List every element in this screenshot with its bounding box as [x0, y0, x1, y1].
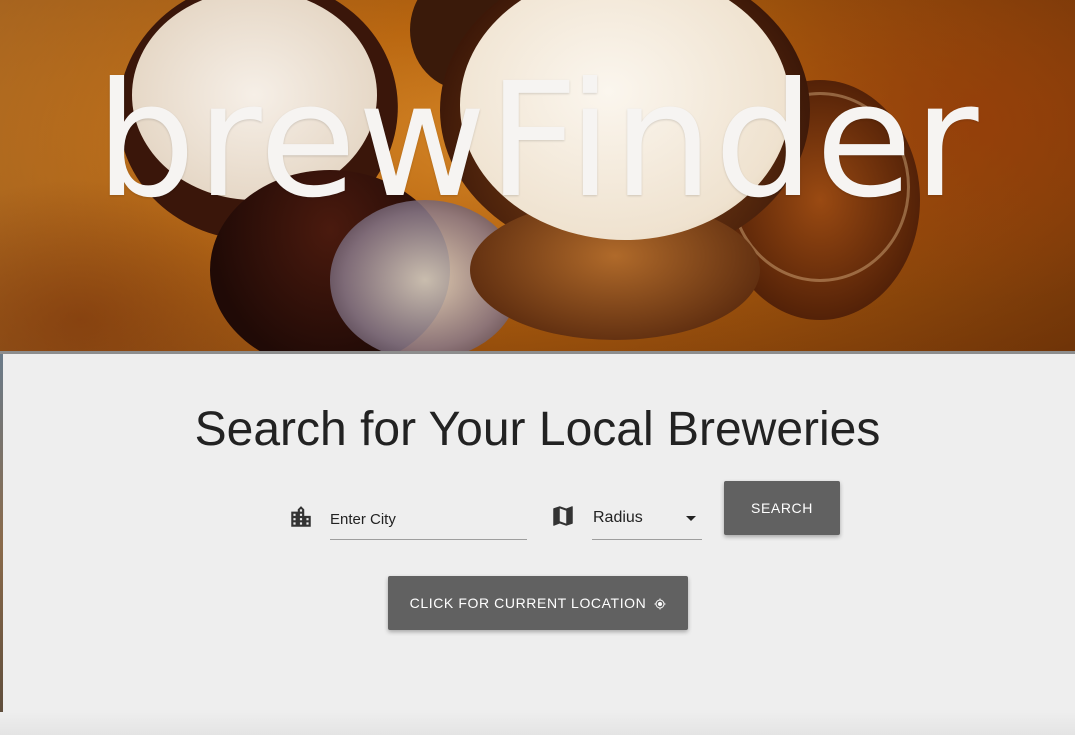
current-location-button[interactable]: CLICK FOR CURRENT LOCATION [388, 576, 688, 630]
page-heading: Search for Your Local Breweries [194, 403, 881, 456]
city-field [330, 500, 527, 540]
dropdown-arrow-icon [686, 516, 696, 521]
hero-banner: brewFinder [0, 0, 1075, 352]
search-button[interactable]: SEARCH [724, 481, 840, 535]
city-icon [288, 504, 314, 530]
radius-select-value: Radius [593, 509, 643, 526]
my-location-icon [654, 597, 666, 610]
window-edge [0, 354, 3, 735]
city-input[interactable] [330, 500, 527, 538]
current-location-label: CLICK FOR CURRENT LOCATION [409, 595, 647, 611]
site-title: brewFinder [95, 49, 980, 233]
map-icon [550, 503, 576, 529]
search-section: Search for Your Local Breweries Radius S… [0, 354, 1075, 735]
radius-select[interactable]: Radius [592, 500, 702, 540]
footer-shade [0, 712, 1075, 735]
